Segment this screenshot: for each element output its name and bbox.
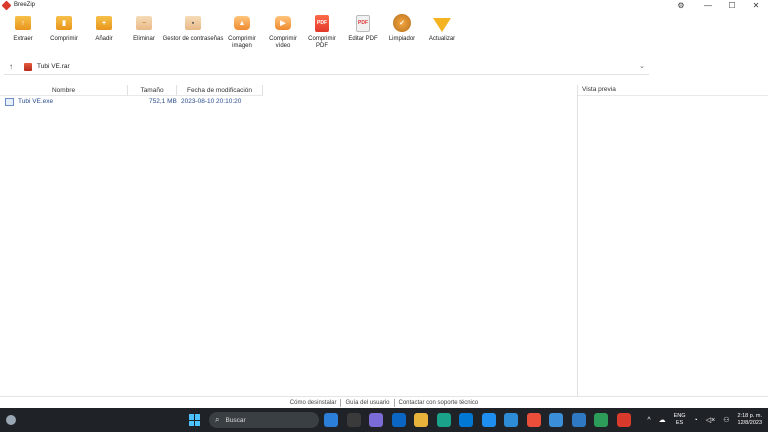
column-header-modified[interactable]: Fecha de modificación: [177, 85, 263, 96]
compress-pdf-icon: PDF: [312, 13, 332, 33]
cleaner-label: Limpiador: [388, 36, 416, 42]
compress-label: Comprimir: [50, 36, 78, 42]
current-path: Tubi VE.rar: [37, 63, 70, 70]
file-name: Tubi VE.exe: [18, 98, 54, 105]
search-icon: ⌕: [215, 415, 220, 424]
up-arrow-icon[interactable]: ↑: [4, 62, 18, 71]
taskbar-apps: [324, 412, 639, 428]
footer-separator: [393, 398, 395, 407]
extract-label: Extraer: [13, 36, 33, 42]
window-title: BreeZip: [14, 2, 36, 8]
compress-pdf-button[interactable]: PDF Comprimir PDF: [305, 13, 339, 50]
language-secondary: ES: [675, 420, 684, 426]
taskbar-app-icon[interactable]: [369, 413, 383, 427]
preview-divider[interactable]: [577, 85, 578, 396]
delete-button[interactable]: − Eliminar: [128, 13, 160, 43]
footer-separator: [340, 398, 342, 407]
edit-pdf-icon: PDF: [353, 13, 373, 33]
upgrade-button[interactable]: Actualizar: [426, 13, 458, 43]
compress-video-icon: ▶: [273, 13, 293, 33]
taskbar: ⌕ Buscar ^ ☁ ENG ES ◔ ◁× ⚇ 2:18 p. m. 12…: [0, 408, 768, 432]
exe-file-icon: [5, 98, 14, 106]
add-label: Añadir: [95, 36, 113, 42]
edit-pdf-button[interactable]: PDF Editar PDF: [345, 13, 381, 43]
add-icon: +: [94, 13, 114, 33]
taskbar-app-icon[interactable]: [481, 413, 496, 427]
password-manager-label: Gestor de contraseñas: [162, 36, 224, 42]
upgrade-icon: [432, 13, 452, 33]
file-size: 752,1 MB: [149, 98, 177, 105]
language-primary: ENG: [673, 413, 686, 419]
extract-icon: ↑: [13, 13, 33, 33]
wifi-icon[interactable]: ◔: [694, 417, 698, 424]
taskbar-app-icon[interactable]: [391, 413, 406, 427]
maximize-button[interactable]: ☐: [720, 0, 744, 10]
toolbar: ↑ Extraer ▮ Comprimir + Añadir − Elimina…: [0, 13, 768, 55]
search-label: Buscar: [225, 416, 246, 424]
windows-start-icon[interactable]: [189, 414, 201, 426]
delete-icon: −: [134, 13, 154, 33]
compress-image-button[interactable]: ▲ Comprimir imagen: [224, 13, 260, 50]
file-modified: 2023-08-10 20:10:20: [181, 98, 242, 105]
taskbar-app-icon[interactable]: [324, 413, 338, 427]
uninstall-link[interactable]: Cómo desinstalar: [290, 400, 337, 406]
compress-image-label: Comprimir imagen: [228, 36, 256, 49]
cleaner-icon: ✓: [392, 13, 412, 33]
user-guide-link[interactable]: Guía del usuario: [345, 400, 389, 406]
chevron-down-icon[interactable]: ⌄: [639, 62, 645, 70]
password-manager-button[interactable]: ▪ Gestor de contraseñas: [160, 13, 226, 43]
battery-icon[interactable]: ⚇: [723, 416, 729, 424]
compress-icon: ▮: [54, 13, 74, 33]
compress-video-label: Comprimir vídeo: [269, 36, 297, 49]
title-bar: BreeZip ⚙ — ☐ ✕: [0, 0, 768, 10]
minimize-button[interactable]: —: [696, 0, 720, 10]
extract-button[interactable]: ↑ Extraer: [10, 13, 36, 43]
taskbar-app-icon[interactable]: [526, 413, 541, 427]
window-controls: ⚙ — ☐ ✕: [674, 0, 768, 10]
taskbar-app-icon[interactable]: [616, 413, 631, 427]
clock-time: 2:18 p. m.: [737, 413, 762, 419]
compress-video-button[interactable]: ▶ Comprimir vídeo: [264, 13, 302, 50]
taskbar-app-icon[interactable]: [571, 413, 586, 427]
password-manager-icon: ▪: [183, 13, 203, 33]
file-list: Nombre Tamaño Fecha de modificación Tubi…: [0, 85, 577, 396]
column-header-name[interactable]: Nombre: [0, 85, 128, 96]
language-indicator[interactable]: ENG ES: [674, 413, 686, 427]
footer-links: Cómo desinstalar Guía del usuario Contac…: [0, 396, 768, 408]
file-row[interactable]: Tubi VE.exe 752,1 MB 2023-08-10 20:10:20: [0, 97, 577, 108]
compress-image-icon: ▲: [232, 13, 252, 33]
taskbar-app-icon[interactable]: [549, 413, 563, 427]
preview-header-line: [578, 95, 768, 96]
volume-muted-icon[interactable]: ◁×: [706, 416, 715, 424]
delete-label: Eliminar: [133, 36, 155, 42]
clock-date: 12/8/2023: [737, 420, 762, 426]
taskbar-app-icon[interactable]: [346, 413, 361, 427]
taskbar-app-icon[interactable]: [436, 413, 451, 427]
address-bar[interactable]: ↑ Tubi VE.rar ⌄: [4, 59, 649, 75]
clock[interactable]: 2:18 p. m. 12/8/2023: [738, 413, 762, 427]
taskbar-app-icon[interactable]: [504, 413, 518, 427]
tray-chevron-icon[interactable]: ^: [647, 417, 650, 424]
weather-widget-icon[interactable]: [6, 415, 16, 425]
taskbar-app-icon[interactable]: [414, 413, 428, 427]
compress-button[interactable]: ▮ Comprimir: [46, 13, 82, 43]
system-tray: ^ ☁ ENG ES ◔ ◁× ⚇ 2:18 p. m. 12/8/2023: [639, 411, 762, 429]
add-button[interactable]: + Añadir: [90, 13, 118, 43]
settings-gear-icon[interactable]: ⚙: [674, 0, 688, 10]
cleaner-button[interactable]: ✓ Limpiador: [386, 13, 418, 43]
upgrade-label: Actualizar: [428, 36, 456, 42]
breezip-logo-icon: [1, 0, 12, 10]
taskbar-app-icon[interactable]: [594, 413, 608, 427]
taskbar-search[interactable]: ⌕ Buscar: [209, 412, 319, 428]
preview-title: Vista previa: [582, 86, 616, 93]
compress-pdf-label: Comprimir PDF: [308, 36, 336, 49]
support-link[interactable]: Contactar con soporte técnico: [399, 400, 479, 406]
rar-file-icon: [24, 62, 32, 71]
close-button[interactable]: ✕: [744, 0, 768, 10]
taskbar-app-icon[interactable]: [459, 413, 473, 427]
cloud-icon[interactable]: ☁: [659, 416, 666, 424]
column-header-size[interactable]: Tamaño: [128, 85, 177, 96]
edit-pdf-label: Editar PDF: [348, 36, 378, 42]
